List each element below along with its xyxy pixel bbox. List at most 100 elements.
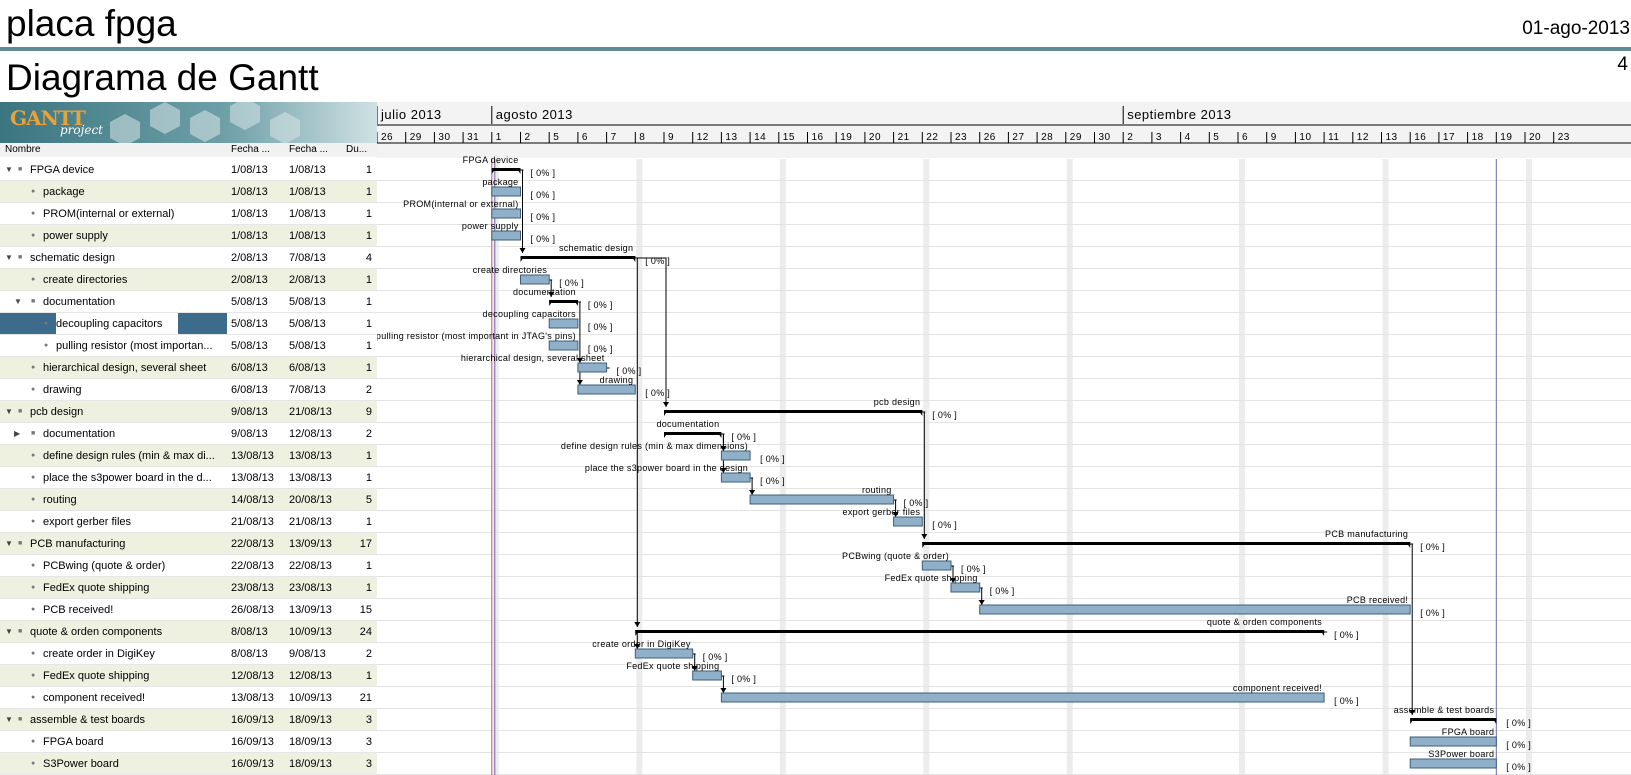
task-end-date[interactable]: 7/08/13	[289, 379, 326, 401]
task-end-date[interactable]: 21/08/13	[289, 511, 332, 533]
task-end-date[interactable]: 1/08/13	[289, 225, 326, 247]
task-duration[interactable]: 1	[342, 203, 372, 225]
task-duration[interactable]: 1	[342, 555, 372, 577]
task-row[interactable]: ● pulling resistor (most importan... 5/08/…	[0, 335, 377, 357]
task-start-date[interactable]: 2/08/13	[231, 269, 268, 291]
task-name[interactable]: decoupling capacitors	[56, 313, 224, 335]
column-header-start-date[interactable]: Fecha ...	[227, 143, 285, 157]
column-header-duration[interactable]: Du...	[342, 143, 377, 157]
task-name[interactable]: documentation	[43, 423, 224, 445]
collapse-triangle-icon[interactable]: ▼	[5, 247, 13, 269]
task-row[interactable]: ● drawing 6/08/13 7/08/13 2	[0, 379, 377, 401]
task-name[interactable]: create directories	[43, 269, 224, 291]
task-start-date[interactable]: 1/08/13	[231, 159, 268, 181]
task-start-date[interactable]: 14/08/13	[231, 489, 274, 511]
task-duration[interactable]: 24	[342, 621, 372, 643]
task-duration[interactable]: 1	[342, 665, 372, 687]
task-duration[interactable]: 1	[342, 445, 372, 467]
task-start-date[interactable]: 6/08/13	[231, 379, 268, 401]
task-start-date[interactable]: 5/08/13	[231, 335, 268, 357]
collapse-triangle-icon[interactable]: ▼	[5, 401, 13, 423]
task-end-date[interactable]: 12/08/13	[289, 665, 332, 687]
task-duration[interactable]: 2	[342, 423, 372, 445]
task-name[interactable]: define design rules (min & max di...	[43, 445, 224, 467]
task-row[interactable]: ● hierarchical design, several sheet 6/08/…	[0, 357, 377, 379]
task-name[interactable]: pcb design	[30, 401, 224, 423]
task-name[interactable]: schematic design	[30, 247, 224, 269]
task-start-date[interactable]: 12/08/13	[231, 665, 274, 687]
task-end-date[interactable]: 10/09/13	[289, 687, 332, 709]
task-row[interactable]: ● create order in DigiKey 8/08/13 9/08/13 2	[0, 643, 377, 665]
task-row[interactable]: ● package 1/08/13 1/08/13 1	[0, 181, 377, 203]
task-duration[interactable]: 1	[342, 467, 372, 489]
task-row[interactable]: ▼ ■ schematic design 2/08/13 7/08/13 4	[0, 247, 377, 269]
task-start-date[interactable]: 22/08/13	[231, 533, 274, 555]
task-start-date[interactable]: 8/08/13	[231, 643, 268, 665]
task-name[interactable]: quote & orden components	[30, 621, 224, 643]
task-row[interactable]: ● FPGA board 16/09/13 18/09/13 3	[0, 731, 377, 753]
task-duration[interactable]: 1	[342, 577, 372, 599]
collapse-triangle-icon[interactable]: ▼	[5, 159, 13, 181]
task-name[interactable]: FedEx quote shipping	[43, 665, 224, 687]
task-duration[interactable]: 1	[342, 313, 372, 335]
task-row[interactable]: ● PCB received! 26/08/13 13/09/13 15	[0, 599, 377, 621]
task-row[interactable]: ▼ ■ PCB manufacturing 22/08/13 13/09/13 17	[0, 533, 377, 555]
task-duration[interactable]: 1	[342, 269, 372, 291]
task-duration[interactable]: 3	[342, 753, 372, 775]
task-row[interactable]: ● define design rules (min & max di... 13/…	[0, 445, 377, 467]
task-end-date[interactable]: 9/08/13	[289, 643, 326, 665]
task-row[interactable]: ● power supply 1/08/13 1/08/13 1	[0, 225, 377, 247]
task-row[interactable]: ▼ ■ assemble & test boards 16/09/13 18/09/13…	[0, 709, 377, 731]
task-row[interactable]: ● decoupling capacitors 5/08/13 5/08/13 1	[0, 313, 377, 335]
task-name[interactable]: FedEx quote shipping	[43, 577, 224, 599]
task-end-date[interactable]: 12/08/13	[289, 423, 332, 445]
task-start-date[interactable]: 9/08/13	[231, 423, 268, 445]
task-duration[interactable]: 1	[342, 335, 372, 357]
task-duration[interactable]: 1	[342, 159, 372, 181]
task-end-date[interactable]: 1/08/13	[289, 181, 326, 203]
task-name[interactable]: PCB received!	[43, 599, 224, 621]
task-end-date[interactable]: 23/08/13	[289, 577, 332, 599]
task-duration[interactable]: 9	[342, 401, 372, 423]
task-start-date[interactable]: 22/08/13	[231, 555, 274, 577]
task-name[interactable]: package	[43, 181, 224, 203]
collapse-triangle-icon[interactable]: ▼	[5, 709, 13, 731]
task-start-date[interactable]: 13/08/13	[231, 467, 274, 489]
task-name[interactable]: FPGA board	[43, 731, 224, 753]
task-name[interactable]: S3Power board	[43, 753, 224, 775]
task-end-date[interactable]: 1/08/13	[289, 159, 326, 181]
task-end-date[interactable]: 5/08/13	[289, 313, 326, 335]
task-duration[interactable]: 15	[342, 599, 372, 621]
task-end-date[interactable]: 7/08/13	[289, 247, 326, 269]
task-start-date[interactable]: 1/08/13	[231, 225, 268, 247]
task-end-date[interactable]: 22/08/13	[289, 555, 332, 577]
task-name[interactable]: documentation	[43, 291, 224, 313]
task-duration[interactable]: 5	[342, 489, 372, 511]
task-row[interactable]: ▼ ■ quote & orden components 8/08/13 10/09/1…	[0, 621, 377, 643]
task-start-date[interactable]: 5/08/13	[231, 291, 268, 313]
task-end-date[interactable]: 5/08/13	[289, 335, 326, 357]
task-name[interactable]: power supply	[43, 225, 224, 247]
task-end-date[interactable]: 2/08/13	[289, 269, 326, 291]
task-start-date[interactable]: 6/08/13	[231, 357, 268, 379]
task-row[interactable]: ● create directories 2/08/13 2/08/13 1	[0, 269, 377, 291]
task-end-date[interactable]: 20/08/13	[289, 489, 332, 511]
task-start-date[interactable]: 16/09/13	[231, 753, 274, 775]
task-start-date[interactable]: 16/09/13	[231, 731, 274, 753]
task-end-date[interactable]: 6/08/13	[289, 357, 326, 379]
task-end-date[interactable]: 13/08/13	[289, 467, 332, 489]
task-row[interactable]: ▶ ■ documentation 9/08/13 12/08/13 2	[0, 423, 377, 445]
task-name[interactable]: create order in DigiKey	[43, 643, 224, 665]
task-row[interactable]: ● S3Power board 16/09/13 18/09/13 3	[0, 753, 377, 775]
task-duration[interactable]: 17	[342, 533, 372, 555]
task-duration[interactable]: 2	[342, 379, 372, 401]
task-duration[interactable]: 1	[342, 225, 372, 247]
task-name[interactable]: pulling resistor (most importan...	[56, 335, 224, 357]
collapse-triangle-icon[interactable]: ▼	[5, 621, 13, 643]
task-end-date[interactable]: 13/09/13	[289, 599, 332, 621]
task-end-date[interactable]: 18/09/13	[289, 709, 332, 731]
task-duration[interactable]: 1	[342, 291, 372, 313]
task-duration[interactable]: 21	[342, 687, 372, 709]
task-name[interactable]: PROM(internal or external)	[43, 203, 224, 225]
task-row[interactable]: ● place the s3power board in the d... 13/0…	[0, 467, 377, 489]
